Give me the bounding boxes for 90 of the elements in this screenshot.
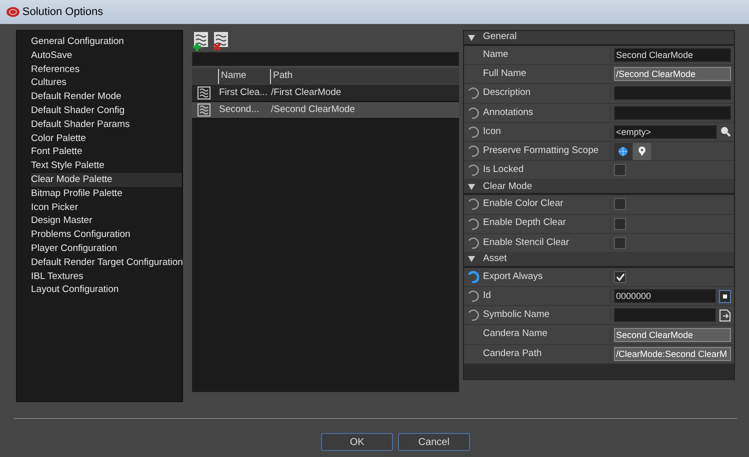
category-item[interactable]: Icon Picker (31, 200, 182, 214)
window-title: Solution Options (22, 4, 104, 20)
wave-list-icon (197, 103, 211, 117)
table-cell-text: /First ClearMode (271, 86, 342, 100)
checkbox[interactable] (614, 270, 626, 283)
category-item[interactable]: IBL Textures (31, 270, 182, 284)
wave-list-icon (197, 86, 211, 100)
category-item[interactable]: Default Render Mode (31, 90, 182, 104)
property-label: Description (483, 86, 531, 100)
checkbox[interactable] (614, 164, 626, 176)
filter-field[interactable] (192, 52, 459, 66)
reset-icon[interactable] (467, 236, 479, 249)
category-item[interactable]: Design Master (31, 214, 182, 228)
property-label: Preserve Formatting Scope (483, 144, 599, 158)
value-field[interactable] (614, 308, 716, 322)
value-field[interactable]: Second ClearMode (614, 48, 731, 62)
reset-icon[interactable] (467, 145, 479, 158)
search-icon[interactable] (720, 126, 731, 138)
value-field: /Second ClearMode (614, 67, 731, 82)
section-header[interactable]: General (464, 31, 734, 46)
property-label: Icon (483, 124, 501, 139)
section-title: Asset (483, 252, 507, 266)
checkbox[interactable] (614, 198, 626, 210)
property-label: Name (483, 48, 508, 62)
dialog-button[interactable]: OK (321, 433, 394, 451)
reset-icon[interactable] (467, 309, 479, 322)
value-field[interactable] (614, 106, 731, 120)
property-label: Enable Stencil Clear (483, 236, 570, 250)
category-item[interactable]: Problems Configuration (31, 228, 182, 242)
caret-icon[interactable] (468, 256, 475, 262)
section-title: General (483, 30, 517, 44)
property-label: Is Locked (483, 163, 524, 178)
category-item[interactable]: Bitmap Profile Palette (31, 186, 182, 201)
value-field[interactable]: 0000000 (614, 289, 716, 304)
table-row[interactable]: First Clea... /First ClearMode (192, 85, 459, 102)
property-label: Symbolic Name (483, 308, 550, 322)
property-label: Annotations (483, 106, 534, 120)
category-item[interactable]: AutoSave (31, 48, 182, 63)
checkbox[interactable] (614, 236, 626, 249)
square-button-icon[interactable] (719, 290, 731, 303)
category-item[interactable]: Default Render Target Configuration (31, 256, 182, 270)
caret-icon[interactable] (468, 184, 475, 190)
app-logo-icon (6, 6, 20, 18)
category-item[interactable]: General Configuration (31, 35, 182, 49)
table-cell-text: Second... (219, 102, 260, 117)
column-header[interactable]: Path (270, 69, 422, 84)
section-title: Clear Mode (483, 180, 532, 194)
category-item[interactable]: Default Shader Params (31, 118, 182, 132)
reset-icon[interactable] (467, 126, 479, 138)
section-header[interactable]: Clear Mode (464, 180, 734, 196)
category-item[interactable]: Cultures (31, 76, 182, 90)
column-header[interactable]: Name (218, 69, 270, 84)
category-item[interactable]: Text Style Palette (31, 159, 182, 173)
value-field: /ClearMode:Second ClearM (614, 346, 731, 361)
category-item[interactable]: Clear Mode Palette (31, 172, 182, 187)
globe-icon[interactable] (614, 142, 632, 160)
reset-icon[interactable] (467, 290, 479, 302)
property-label: Export Always (483, 270, 543, 284)
value-field[interactable] (614, 86, 731, 100)
reset-icon[interactable] (467, 87, 479, 100)
property-label: Candera Path (483, 346, 542, 361)
property-label: Enable Depth Clear (483, 216, 566, 230)
property-label: Enable Color Clear (483, 197, 564, 212)
reset-icon[interactable] (467, 164, 479, 176)
dialog-button[interactable]: Cancel (398, 433, 470, 451)
document-icon[interactable] (719, 308, 731, 322)
reset-icon[interactable] (467, 198, 479, 210)
check-icon (616, 272, 624, 281)
reset-icon[interactable] (467, 106, 479, 119)
property-label: Id (483, 289, 491, 304)
reset-icon[interactable] (467, 218, 479, 230)
table-cell-text: First Clea... (219, 86, 269, 100)
table-cell-text: /Second ClearMode (271, 102, 355, 117)
category-item[interactable]: References (31, 62, 182, 76)
category-item[interactable]: Color Palette (31, 132, 182, 146)
caret-icon[interactable] (468, 34, 475, 40)
pin-icon[interactable] (633, 142, 651, 160)
property-label: Full Name (483, 67, 526, 82)
value-field[interactable]: <empty> (614, 124, 717, 139)
category-item[interactable]: Player Configuration (31, 242, 182, 256)
checkbox[interactable] (614, 218, 626, 230)
property-label: Candera Name (483, 327, 548, 342)
category-item[interactable]: Default Shader Config (31, 104, 182, 118)
category-item[interactable]: Layout Configuration (31, 283, 182, 298)
category-item[interactable]: Font Palette (31, 145, 182, 160)
section-header[interactable]: Asset (464, 252, 734, 268)
value-field: Second ClearMode (614, 328, 731, 342)
delete-icon[interactable] (212, 31, 230, 51)
reset-icon[interactable] (467, 270, 479, 283)
table-row[interactable]: Second... /Second ClearMode (192, 102, 459, 119)
